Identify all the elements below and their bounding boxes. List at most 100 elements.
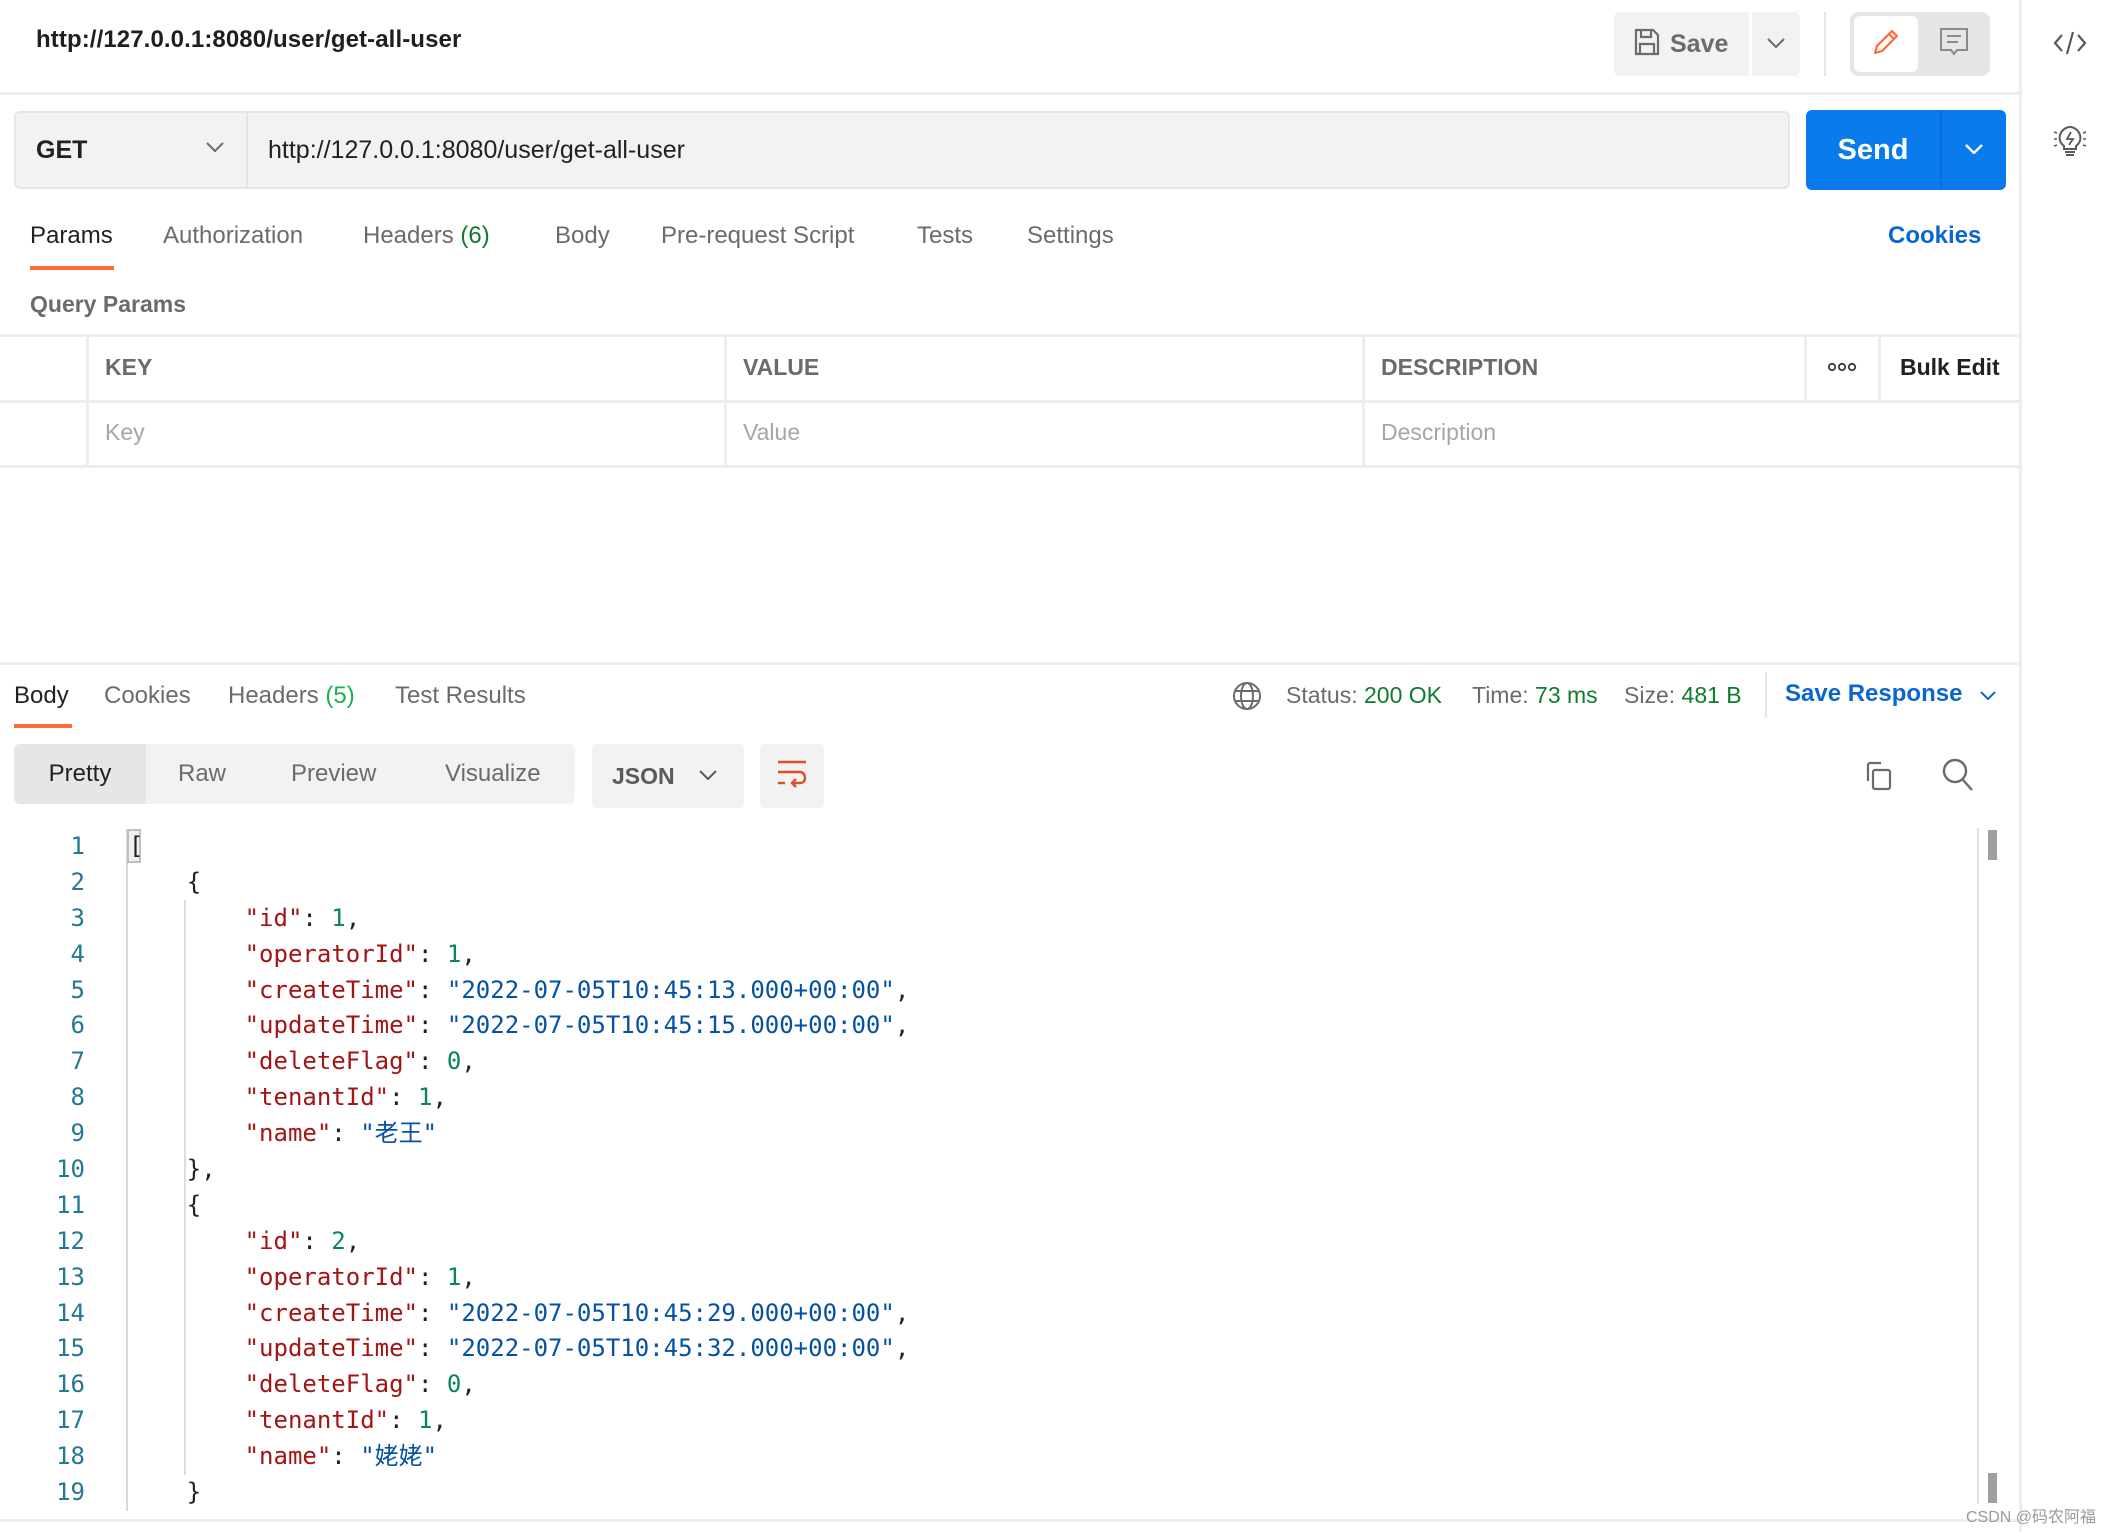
json-punctuation: , — [345, 903, 361, 932]
view-visualize-button[interactable]: Visualize — [445, 744, 541, 804]
json-string: "姥姥" — [360, 1442, 438, 1471]
size-value: 481 B — [1681, 682, 1742, 708]
save-response-button[interactable]: Save Response — [1785, 680, 1997, 708]
code-text: }, — [129, 1152, 216, 1188]
send-button[interactable]: Send — [1806, 110, 1940, 190]
vertical-scrollbar-thumb[interactable] — [1988, 1473, 1997, 1503]
tab-label: Pre-request Script — [661, 222, 855, 249]
tab-params[interactable]: Params — [30, 222, 113, 250]
status-value: 200 OK — [1364, 682, 1442, 708]
bulk-edit-button[interactable]: Bulk Edit — [1900, 354, 2000, 381]
tab-headers[interactable]: Headers (6) — [363, 222, 490, 250]
param-value-input[interactable]: Value — [743, 419, 800, 446]
line-number: 8 — [70, 1083, 85, 1112]
json-punctuation: , — [894, 1334, 910, 1363]
json-punctuation: : — [417, 1011, 447, 1040]
line-number: 3 — [70, 903, 85, 932]
response-tab-cookies[interactable]: Cookies — [104, 682, 191, 710]
tab-pre-request-script[interactable]: Pre-request Script — [661, 222, 854, 250]
response-size[interactable]: Size: 481 B — [1624, 682, 1742, 709]
cookies-link[interactable]: Cookies — [1888, 222, 1981, 250]
method-label: GET — [36, 135, 88, 164]
json-key: "createTime" — [244, 1298, 418, 1327]
json-string: "2022-07-05T10:45:15.000+00:00" — [446, 1011, 895, 1040]
json-punctuation: , — [461, 1262, 476, 1291]
response-tab-headers[interactable]: Headers (5) — [228, 682, 355, 710]
code-icon[interactable] — [2050, 25, 2090, 61]
tab-label: Body — [555, 222, 610, 249]
response-status[interactable]: Status: 200 OK — [1286, 682, 1442, 709]
wrap-lines-button[interactable] — [760, 744, 824, 808]
save-options-button[interactable] — [1752, 12, 1800, 76]
chevron-down-icon — [1767, 35, 1785, 53]
wrap-lines-icon — [776, 759, 808, 794]
code-line: 2 { — [0, 865, 1975, 901]
code-text: { — [129, 865, 201, 901]
request-title[interactable]: http://127.0.0.1:8080/user/get-all-user — [36, 26, 461, 54]
json-punctuation: : — [417, 939, 447, 968]
tab-label: Authorization — [163, 222, 304, 249]
code-line: 1[ — [0, 829, 1975, 865]
code-line: 14 "createTime": "2022-07-05T10:45:29.00… — [0, 1296, 1975, 1332]
edit-mode-button[interactable] — [1854, 16, 1918, 72]
json-punctuation — [129, 1227, 245, 1255]
json-number: 1 — [446, 939, 462, 968]
more-horizontal-icon[interactable] — [1826, 355, 1858, 379]
json-punctuation: [ — [129, 832, 144, 860]
line-number: 10 — [56, 1155, 85, 1184]
json-key: "name" — [244, 1119, 332, 1148]
code-line: 16 "deleteFlag": 0, — [0, 1367, 1975, 1403]
param-key-input[interactable]: Key — [105, 419, 145, 446]
json-number: 1 — [331, 903, 346, 932]
comment-mode-button[interactable] — [1922, 16, 1986, 72]
code-text: "createTime": "2022-07-05T10:45:13.000+0… — [129, 973, 910, 1009]
vertical-scrollbar-track[interactable] — [1977, 828, 1979, 1504]
tab-label: Test Results — [395, 682, 526, 709]
send-options-button[interactable] — [1942, 110, 2006, 190]
url-input[interactable] — [268, 113, 1768, 187]
json-punctuation: : — [302, 1226, 332, 1255]
response-time[interactable]: Time: 73 ms — [1472, 682, 1598, 709]
search-icon[interactable] — [1940, 757, 1976, 793]
code-text: "name": "姥姥" — [129, 1439, 438, 1475]
response-tab-body[interactable]: Body — [14, 682, 69, 710]
code-line: 17 "tenantId": 1, — [0, 1403, 1975, 1439]
json-string: "2022-07-05T10:45:32.000+00:00" — [446, 1334, 895, 1363]
tab-tests[interactable]: Tests — [917, 222, 973, 250]
view-raw-button[interactable]: Raw — [178, 744, 226, 804]
line-number: 13 — [56, 1262, 85, 1291]
view-preview-button[interactable]: Preview — [291, 744, 376, 804]
code-text: "operatorId": 1, — [129, 1260, 476, 1296]
copy-icon[interactable] — [1860, 758, 1896, 794]
response-body-editor[interactable]: 1[2 {3 "id": 1, 4 "operatorId": 1, 5 "crea… — [0, 829, 1975, 1511]
table-header-divider — [0, 400, 2020, 403]
tab-authorization[interactable]: Authorization — [163, 222, 303, 250]
tab-body[interactable]: Body — [555, 222, 610, 250]
line-number: 7 — [70, 1047, 85, 1076]
globe-icon[interactable] — [1232, 680, 1262, 712]
response-divider[interactable] — [0, 662, 2020, 665]
method-dropdown[interactable]: GET — [16, 113, 247, 187]
json-punctuation: , — [461, 1370, 476, 1399]
code-text: } — [129, 1475, 201, 1511]
tab-settings[interactable]: Settings — [1027, 222, 1114, 250]
code-text: "updateTime": "2022-07-05T10:45:15.000+0… — [129, 1008, 910, 1044]
view-pretty-button[interactable]: Pretty — [14, 744, 146, 804]
line-number: 1 — [70, 832, 85, 860]
format-dropdown[interactable]: JSON — [592, 744, 744, 808]
json-number: 2 — [331, 1226, 346, 1255]
response-tab-test-results[interactable]: Test Results — [395, 682, 526, 710]
table-border-top — [0, 334, 2020, 337]
json-punctuation — [129, 1406, 245, 1434]
lightbulb-icon[interactable] — [2052, 120, 2088, 160]
vertical-scrollbar-thumb[interactable] — [1988, 830, 1997, 860]
code-line: 5 "createTime": "2022-07-05T10:45:13.000… — [0, 973, 1975, 1009]
time-label: Time: — [1472, 682, 1529, 708]
json-punctuation — [129, 1011, 245, 1039]
line-number: 14 — [56, 1298, 85, 1327]
param-description-input[interactable]: Description — [1381, 419, 1496, 446]
code-line: 4 "operatorId": 1, — [0, 937, 1975, 973]
code-text: "name": "老王" — [129, 1116, 438, 1152]
json-punctuation: , — [345, 1226, 361, 1255]
save-button[interactable]: Save — [1614, 12, 1749, 76]
